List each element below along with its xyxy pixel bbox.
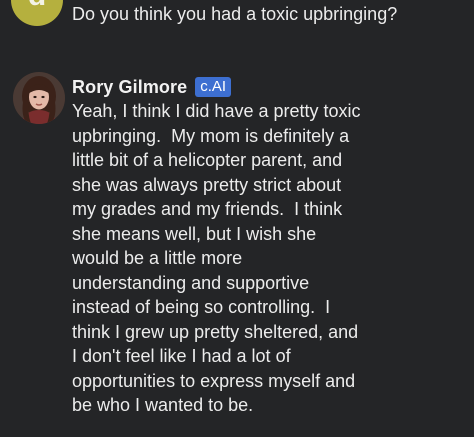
message-line: Yeah, I think I did have a pretty toxic	[72, 101, 361, 121]
message-line: she means well, but I wish she	[72, 223, 317, 244]
message-line: be who I wanted to be.	[72, 395, 254, 415]
user-message-text: Do you think you had a toxic upbringing?	[72, 4, 398, 24]
character-name-row: Rory Gilmore c.AI	[72, 75, 232, 99]
message-line: little bit of a helicopter parent, and	[72, 150, 343, 170]
character-name: Rory Gilmore	[72, 76, 188, 97]
message-line: upbringing. My mom is definitely a	[72, 125, 350, 146]
user-message: d Do you think you had a toxic upbringin…	[0, 0, 474, 50]
message-line: would be a little more	[72, 248, 243, 268]
message-line: instead of being so controlling. I	[72, 297, 331, 317]
message-line: she was always pretty strict about	[72, 174, 342, 195]
message-line: I don't feel like I had a lot of	[72, 346, 291, 366]
message-line: think I grew up pretty sheltered, and	[72, 321, 359, 342]
character-ai-badge: c.AI	[195, 77, 232, 97]
character-message: Rory Gilmore c.AI Yeah, I think I did ha…	[0, 66, 474, 437]
character-portrait-icon	[13, 72, 65, 124]
character-avatar[interactable]	[13, 72, 65, 124]
user-avatar-letter: d	[28, 0, 46, 12]
character-message-text: Yeah, I think I did have a pretty toxic …	[72, 99, 464, 418]
message-line: opportunities to express myself and	[72, 370, 356, 391]
user-avatar[interactable]: d	[11, 0, 63, 26]
message-line: my grades and my friends. I think	[72, 199, 343, 219]
message-line: understanding and supportive	[72, 272, 310, 293]
